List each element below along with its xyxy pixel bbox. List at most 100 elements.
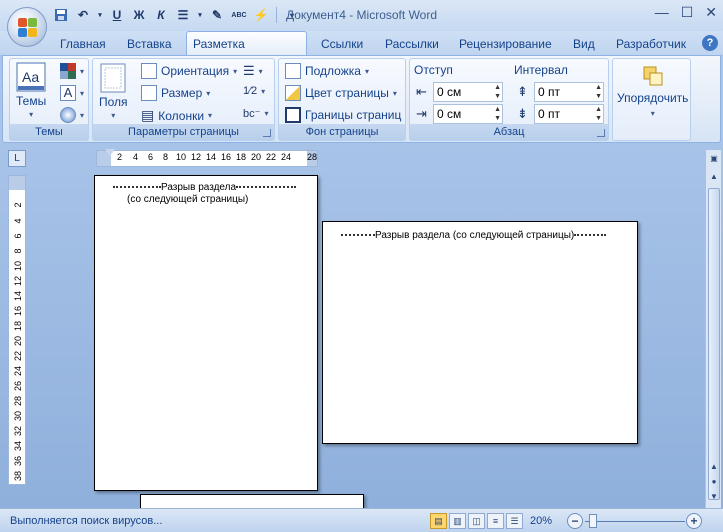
theme-fonts-icon: A <box>60 85 76 101</box>
margins-button[interactable]: Поля ▾ <box>99 63 128 120</box>
group-label-page-setup: Параметры страницы <box>93 124 274 140</box>
ruler-tick: 18 <box>13 321 23 332</box>
indent-left-icon: ⇤ <box>416 84 427 99</box>
page-setup-launcher-icon[interactable] <box>263 129 271 137</box>
chevron-down-icon: ▾ <box>111 111 116 120</box>
group-label-page-background: Фон страницы <box>279 124 405 140</box>
theme-fonts-button[interactable]: A ▾ <box>60 85 84 101</box>
chevron-down-icon: ▾ <box>233 66 238 76</box>
zoom-level[interactable]: 20% <box>530 515 552 527</box>
web-layout-view-button[interactable]: ◫ <box>468 513 485 529</box>
themes-label: Темы <box>16 94 47 108</box>
spacing-before-value: 0 пт <box>538 85 561 99</box>
indent-right-field[interactable]: 0 см ▲ ▼ <box>433 104 503 124</box>
ruler-tick: 6 <box>13 233 23 239</box>
zoom-slider[interactable] <box>585 521 685 522</box>
ruler-tick: 28 <box>13 396 23 407</box>
vertical-ruler[interactable]: 2 4 6 8 10 12 14 16 18 20 22 24 26 28 30… <box>8 175 26 485</box>
arrange-button[interactable]: Упорядочить ▾ <box>617 65 688 118</box>
document-page-2[interactable]: Разрыв раздела (со следующей страницы) <box>322 221 638 444</box>
watermark-button[interactable]: Подложка ▾ <box>285 63 369 79</box>
indent-right-icon: ⇥ <box>416 106 427 121</box>
breaks-button[interactable]: ☰ ▾ <box>243 63 263 79</box>
spacing-after-icon: ⇟ <box>517 106 528 121</box>
tab-selector-button[interactable]: L <box>8 150 26 167</box>
tab-page-layout[interactable]: Разметка страницы <box>186 31 307 65</box>
theme-colors-button[interactable]: ▾ <box>60 63 84 79</box>
maximize-button[interactable]: ☐ <box>681 4 694 21</box>
ruler-toggle-icon[interactable]: ▣ <box>707 152 721 166</box>
ruler-tick: 12 <box>191 152 202 162</box>
size-label: Размер <box>161 86 203 100</box>
zoom-in-button[interactable]: + <box>686 513 702 529</box>
minimize-button[interactable]: — <box>655 4 669 21</box>
draft-view-button[interactable]: ☰ <box>506 513 523 529</box>
page-borders-button[interactable]: Границы страниц <box>285 107 401 123</box>
chevron-down-icon: ▾ <box>80 88 85 98</box>
spacing-after-value: 0 пт <box>538 107 561 121</box>
chevron-down-icon: ▾ <box>80 110 85 120</box>
group-label-paragraph: Абзац <box>410 124 608 140</box>
ruler-tick: 30 <box>13 411 23 422</box>
window-controls: — ☐ ✕ <box>655 4 717 21</box>
ruler-tick: 14 <box>13 291 23 302</box>
tab-developer[interactable]: Разработчик <box>610 35 692 53</box>
tab-references[interactable]: Ссылки <box>315 35 369 53</box>
scroll-thumb[interactable] <box>708 188 720 500</box>
zoom-slider-knob[interactable] <box>589 514 597 528</box>
chevron-down-icon: ▾ <box>392 88 397 98</box>
scroll-up-icon[interactable]: ▲ <box>707 170 721 184</box>
previous-page-icon[interactable]: ▲ <box>707 460 721 474</box>
title-bar: ↶ ▾ U Ж К ☰ ▾ ✎ ABC ⚡ ▾ Документ4 - Micr… <box>0 0 723 31</box>
columns-button[interactable]: ▤ Колонки ▾ <box>141 107 212 124</box>
zoom-out-button[interactable]: − <box>567 513 583 529</box>
print-layout-view-button[interactable]: ▤ <box>430 513 447 529</box>
chevron-down-icon: ▾ <box>364 66 369 76</box>
tab-view[interactable]: Вид <box>567 35 601 53</box>
ruler-tick: 18 <box>236 152 247 162</box>
indent-marker-icon[interactable] <box>105 149 115 156</box>
theme-effects-button[interactable]: ▾ <box>60 107 84 123</box>
line-numbers-button[interactable]: 1⁄2 ▾ <box>243 85 265 97</box>
vertical-scrollbar[interactable]: ▣ ▲ ▲ ● ▼ <box>705 150 721 508</box>
orientation-button[interactable]: Ориентация ▾ <box>141 63 237 79</box>
ruler-tick: 16 <box>13 306 23 317</box>
browse-object-icon[interactable]: ● <box>707 475 721 489</box>
tab-insert[interactable]: Вставка <box>121 35 178 53</box>
hyphenation-button[interactable]: bc⁻ ▾ <box>243 107 268 120</box>
close-button[interactable]: ✕ <box>705 4 717 21</box>
outline-view-button[interactable]: ≡ <box>487 513 504 529</box>
horizontal-ruler[interactable]: 2 4 6 8 10 12 14 16 18 20 22 24 28 <box>96 149 318 167</box>
columns-label: Колонки <box>158 108 205 123</box>
paragraph-launcher-icon[interactable] <box>597 129 605 137</box>
indent-right-spinner[interactable]: ▲ ▼ <box>494 105 501 123</box>
tab-home[interactable]: Главная <box>54 35 112 53</box>
tab-review[interactable]: Рецензирование <box>453 35 558 53</box>
ruler-tick: 24 <box>13 366 23 377</box>
help-icon[interactable]: ? <box>702 35 718 51</box>
size-button[interactable]: Размер ▾ <box>141 85 210 101</box>
next-page-icon[interactable]: ▼ <box>707 490 721 504</box>
ruler-tick: 20 <box>13 336 23 347</box>
tab-mailings[interactable]: Рассылки <box>379 35 445 53</box>
ruler-tick: 10 <box>13 261 23 272</box>
ruler-tick: 20 <box>251 152 262 162</box>
chevron-down-icon: ▾ <box>208 111 213 120</box>
section-break-text: Разрыв раздела (со следующей страницы) <box>375 230 575 241</box>
spacing-after-field[interactable]: 0 пт ▲ ▼ <box>534 104 604 124</box>
spacing-before-spinner[interactable]: ▲ ▼ <box>595 83 602 101</box>
line-numbers-icon: 1⁄2 <box>243 85 258 97</box>
status-bar: Выполняется поиск вирусов... ▤ ▥ ◫ ≡ ☰ 2… <box>0 508 723 532</box>
themes-button[interactable]: Aa Темы ▾ <box>16 62 46 119</box>
margins-label: Поля <box>99 95 128 109</box>
indent-left-spinner[interactable]: ▲ ▼ <box>494 83 501 101</box>
full-screen-reading-view-button[interactable]: ▥ <box>449 513 466 529</box>
page-color-button[interactable]: Цвет страницы ▾ <box>285 85 397 101</box>
ruler-tick: 38 <box>13 471 23 482</box>
document-page-1[interactable]: Разрыв раздела (со следующей страницы) <box>94 175 318 491</box>
spacing-after-spinner[interactable]: ▲ ▼ <box>595 105 602 123</box>
spacing-title: Интервал <box>514 63 568 77</box>
spacing-before-field[interactable]: 0 пт ▲ ▼ <box>534 82 604 102</box>
office-button[interactable] <box>7 7 47 47</box>
indent-left-field[interactable]: 0 см ▲ ▼ <box>433 82 503 102</box>
